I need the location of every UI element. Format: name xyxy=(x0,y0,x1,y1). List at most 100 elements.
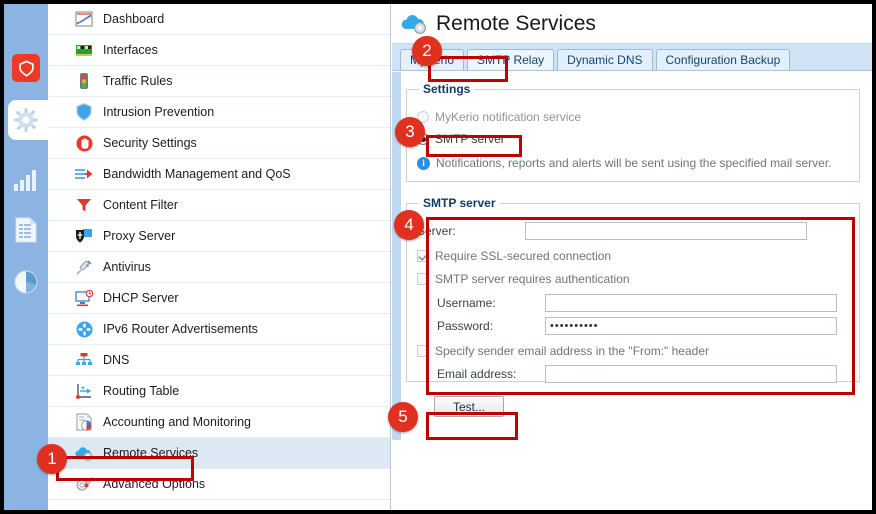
specify-sender-label: Specify sender email address in the "Fro… xyxy=(435,344,709,358)
email-address-input[interactable] xyxy=(545,365,837,383)
password-input[interactable] xyxy=(545,317,837,335)
email-address-label: Email address: xyxy=(437,367,517,381)
sidebar-item-label: Intrusion Prevention xyxy=(103,105,215,119)
routing-axis-icon xyxy=(73,380,95,402)
sidebar-item-antivirus[interactable]: Antivirus xyxy=(48,252,390,283)
sidebar-item-label: Accounting and Monitoring xyxy=(103,415,252,429)
router-node-icon xyxy=(73,318,95,340)
sidebar-item-label: Content Filter xyxy=(103,198,179,212)
tab-smtp-relay[interactable]: SMTP Relay xyxy=(467,49,555,70)
monitor-clock-icon xyxy=(73,287,95,309)
annotation-badge-1: 1 xyxy=(37,444,67,474)
funnel-icon xyxy=(73,194,95,216)
shield-icon[interactable] xyxy=(10,52,42,84)
cloud-gear-icon xyxy=(400,9,430,39)
traffic-light-icon xyxy=(73,70,95,92)
sidebar-item-ipv6-router-advertisements[interactable]: IPv6 Router Advertisements xyxy=(48,314,390,345)
email-address-field-row: Email address: xyxy=(417,365,849,383)
sidebar-item-label: Advanced Options xyxy=(103,477,206,491)
sidebar-item-security-settings[interactable]: Security Settings xyxy=(48,128,390,159)
sidebar-item-label: Antivirus xyxy=(103,260,151,274)
tab-bar[interactable]: MyKerio SMTP Relay Dynamic DNS Configura… xyxy=(392,44,872,71)
settings-info-text: Notifications, reports and alerts will b… xyxy=(436,156,832,170)
requires-auth-checkbox[interactable] xyxy=(417,273,429,285)
sidebar-item-traffic-rules[interactable]: Traffic Rules xyxy=(48,66,390,97)
mykerio-notification-label: MyKerio notification service xyxy=(435,110,582,124)
sidebar-item-label: Remote Services xyxy=(103,446,199,460)
mykerio-notification-option[interactable]: MyKerio notification service xyxy=(417,110,849,124)
annotation-badge-4: 4 xyxy=(394,210,424,240)
server-field-row: Server: xyxy=(417,222,849,240)
tab-dynamic-dns[interactable]: Dynamic DNS xyxy=(557,49,653,70)
sidebar-item-dashboard[interactable]: Dashboard xyxy=(48,4,390,35)
sidebar-item-routing-table[interactable]: Routing Table xyxy=(48,376,390,407)
content-pane: Remote Services MyKerio SMTP Relay Dynam… xyxy=(392,4,872,510)
report-pie-icon xyxy=(73,411,95,433)
annotation-badge-3: 3 xyxy=(395,117,425,147)
sidebar-item-content-filter[interactable]: Content Filter xyxy=(48,190,390,221)
bandwidth-arrow-icon xyxy=(73,163,95,185)
sidebar-item-label: Security Settings xyxy=(103,136,197,150)
page-header: Remote Services xyxy=(392,4,872,44)
test-button[interactable]: Test... xyxy=(434,396,504,417)
sidebar-item-dhcp-server[interactable]: DHCP Server xyxy=(48,283,390,314)
sidebar-item-accounting-and-monitoring[interactable]: Accounting and Monitoring xyxy=(48,407,390,438)
sidebar-item-interfaces[interactable]: Interfaces xyxy=(48,35,390,66)
sidebar-item-advanced-options[interactable]: Advanced Options xyxy=(48,469,390,500)
sidebar-item-label: Bandwidth Management and QoS xyxy=(103,167,291,181)
require-ssl-label: Require SSL-secured connection xyxy=(435,249,612,263)
annotation-badge-5: 5 xyxy=(388,402,418,432)
specify-sender-row[interactable]: Specify sender email address in the "Fro… xyxy=(417,344,849,358)
page-title: Remote Services xyxy=(436,11,596,35)
pie-chart-icon[interactable] xyxy=(10,266,42,298)
sidebar-item-proxy-server[interactable]: Proxy Server xyxy=(48,221,390,252)
dashboard-chart-icon xyxy=(73,8,95,30)
syringe-icon xyxy=(73,256,95,278)
settings-info-note: i Notifications, reports and alerts will… xyxy=(417,156,849,170)
stop-hand-icon xyxy=(73,132,95,154)
sidebar-item-dns[interactable]: DNS xyxy=(48,345,390,376)
sidebar-item-remote-services[interactable]: Remote Services xyxy=(48,438,390,469)
smtp-server-option[interactable]: SMTP server xyxy=(417,132,849,146)
bar-chart-icon[interactable] xyxy=(10,164,42,196)
smtp-server-group: SMTP server Server: Require SSL-secured … xyxy=(406,196,860,383)
settings-group: Settings MyKerio notification service SM… xyxy=(406,82,860,182)
blue-shield-icon xyxy=(73,101,95,123)
info-icon: i xyxy=(417,156,430,170)
require-ssl-row[interactable]: Require SSL-secured connection xyxy=(417,249,849,263)
server-label: Server: xyxy=(417,224,456,238)
require-ssl-checkbox[interactable] xyxy=(417,250,429,262)
tab-configuration-backup[interactable]: Configuration Backup xyxy=(655,49,791,70)
specify-sender-checkbox[interactable] xyxy=(417,345,429,357)
username-input[interactable] xyxy=(545,294,837,312)
network-card-icon xyxy=(73,39,95,61)
username-label: Username: xyxy=(437,296,496,310)
actions-row: Test... xyxy=(406,396,860,417)
sidebar-item-intrusion-prevention[interactable]: Intrusion Prevention xyxy=(48,97,390,128)
sidebar-item-label: DNS xyxy=(103,353,130,367)
sidebar-item-label: DHCP Server xyxy=(103,291,179,305)
document-list-icon[interactable] xyxy=(10,214,42,246)
server-input[interactable] xyxy=(525,222,807,240)
password-field-row: Password: xyxy=(417,317,849,335)
proxy-mask-icon xyxy=(73,225,95,247)
sidebar-item-label: Traffic Rules xyxy=(103,74,173,88)
kerio-control-window: Dashboard Interfaces Traffic Rules Intru… xyxy=(4,4,872,510)
sidebar-item-label: Interfaces xyxy=(103,43,158,57)
sidebar-item-label: Dashboard xyxy=(103,12,165,26)
navigation-sidebar[interactable]: Dashboard Interfaces Traffic Rules Intru… xyxy=(48,4,391,510)
username-field-row: Username: xyxy=(417,294,849,312)
settings-group-legend: Settings xyxy=(423,82,471,96)
icon-rail xyxy=(4,4,54,510)
smtp-server-option-label: SMTP server xyxy=(435,132,505,146)
requires-auth-row[interactable]: SMTP server requires authentication xyxy=(417,272,849,286)
gear-icon[interactable] xyxy=(10,104,42,136)
sidebar-item-label: Proxy Server xyxy=(103,229,176,243)
sidebar-item-bandwidth-management[interactable]: Bandwidth Management and QoS xyxy=(48,159,390,190)
sidebar-item-label: Routing Table xyxy=(103,384,180,398)
dns-tree-icon xyxy=(73,349,95,371)
smtp-relay-panel: Settings MyKerio notification service SM… xyxy=(392,72,872,510)
requires-auth-label: SMTP server requires authentication xyxy=(435,272,630,286)
annotation-badge-2: 2 xyxy=(412,36,442,66)
gear-wrench-icon xyxy=(73,473,95,495)
